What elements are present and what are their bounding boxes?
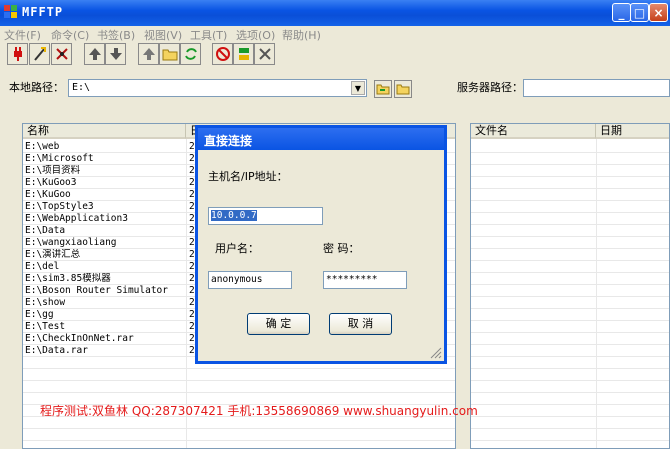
column-header-name[interactable]: 名称 [23,124,186,139]
menu-command[interactable]: 命令(C) [51,27,89,43]
menu-bookmark[interactable]: 书签(B) [97,27,135,43]
server-path-input[interactable] [523,79,670,97]
column-header-date-remote[interactable]: 日期 [596,124,669,139]
open-folder-button[interactable] [394,80,412,98]
local-path-combobox[interactable]: E:\ ▼ [68,79,367,97]
dialog-title: 直接连接 [204,134,253,148]
cancel-x-icon[interactable] [254,43,275,65]
remote-file-list[interactable]: 文件名 日期 [470,123,670,449]
cancel-button[interactable]: 取 消 [329,313,392,335]
resize-grip-icon[interactable] [430,347,442,359]
password-input[interactable]: ********* [323,271,407,289]
folder-arrow-icon [376,84,390,95]
title-bar: MFFTP _ □ × [0,0,670,26]
menu-bar: 文件(F) 命令(C) 书签(B) 视图(V) 工具(T) 选项(O) 帮助(H… [0,26,670,42]
dialog-title-bar: 直接连接 [198,128,444,150]
menu-tools[interactable]: 工具(T) [190,27,227,43]
parent-folder-icon[interactable] [138,43,159,65]
folder-icon[interactable] [159,43,180,65]
disconnect-icon[interactable] [51,43,72,65]
up-arrow-icon[interactable] [84,43,105,65]
transfer-icon[interactable] [233,43,254,65]
open-folder-icon [396,84,410,95]
quick-connect-icon[interactable] [29,43,50,65]
local-path-value: E:\ [72,82,91,93]
window-title: MFFTP [22,5,64,19]
menu-file[interactable]: 文件(F) [4,27,41,43]
direct-connect-dialog: 直接连接 主机名/IP地址： 10.0.0.7 用户名： 密 码： anonym… [195,125,447,364]
menu-help[interactable]: 帮助(H) [282,27,321,43]
username-label: 用户名： [215,242,259,255]
menu-options[interactable]: 选项(O) [236,27,275,43]
username-input[interactable]: anonymous [208,271,292,289]
footer-credit-text: 程序测试:双鱼林 QQ:287307421 手机:13558690869 www… [40,404,478,418]
go-folder-button[interactable] [374,80,392,98]
chevron-down-icon[interactable]: ▼ [351,81,365,95]
host-value: 10.0.0.7 [211,210,257,221]
server-path-label: 服务器路径： [457,81,523,94]
host-input[interactable]: 10.0.0.7 [208,207,323,225]
column-header-filename[interactable]: 文件名 [471,124,596,139]
local-path-label: 本地路径： [9,81,64,94]
down-arrow-icon[interactable] [105,43,126,65]
maximize-button[interactable]: □ [630,3,649,22]
toolbar [0,42,670,68]
app-icon [4,5,17,18]
connect-plug-icon[interactable] [7,43,28,65]
minimize-button[interactable]: _ [612,3,631,22]
stop-icon[interactable] [212,43,233,65]
close-button[interactable]: × [649,3,668,22]
password-label: 密 码： [323,242,360,255]
host-label: 主机名/IP地址： [208,170,288,183]
ok-button[interactable]: 确 定 [247,313,310,335]
menu-view[interactable]: 视图(V) [144,27,182,43]
refresh-icon[interactable] [180,43,201,65]
